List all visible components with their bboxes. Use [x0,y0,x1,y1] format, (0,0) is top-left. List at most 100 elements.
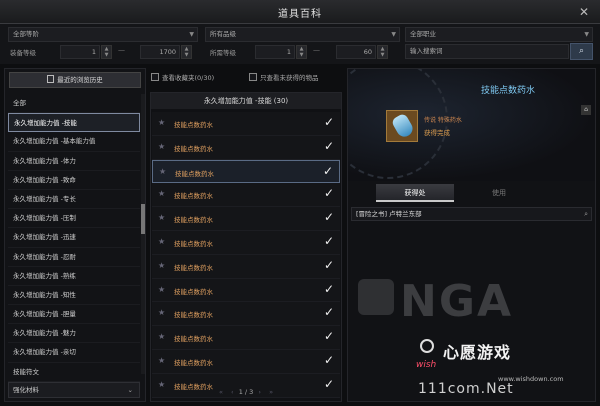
category-item[interactable]: 永久增加能力值 -专长 [8,190,140,210]
home-icon[interactable]: ⌂ [581,105,591,115]
category-item[interactable]: 永久增加能力值 -魅力 [8,324,140,344]
rank-select-value: 全部等阶 [13,30,39,38]
item-name: 技能点数药水 [174,239,213,248]
list-item[interactable]: ★ 技能点数药水 ✓ [152,302,340,327]
star-icon[interactable]: ★ [158,308,165,317]
last-page-icon[interactable]: » [269,388,273,396]
star-icon[interactable]: ★ [158,189,165,198]
star-icon[interactable]: ★ [159,167,166,176]
tab-use[interactable]: 使用 [460,184,538,202]
tab-obtain[interactable]: 获得处 [376,184,454,202]
category-item[interactable]: 永久增加能力值 -基本能力值 [8,132,140,152]
range-separator: — [313,46,320,54]
list-item[interactable]: ★ 技能点数药水 ✓ [152,112,340,136]
unobtained-label: 只查看未获得的物品 [260,74,319,82]
category-item[interactable]: 永久增加能力值 -忍耐 [8,248,140,267]
class-select[interactable]: 全部职业 ▼ [405,27,593,42]
star-icon[interactable]: ★ [158,118,165,127]
rank-select[interactable]: 全部等阶 ▼ [8,27,198,42]
star-icon[interactable]: ★ [158,285,165,294]
category-item[interactable]: 永久增加能力值 -知性 [8,286,140,306]
list-item[interactable]: ★ 技能点数药水 ✓ [152,349,340,374]
item-list-header: 永久增加能力值 -技能 (30) [151,93,341,109]
equip-level-max-input[interactable]: 1700 [140,45,180,59]
item-detail-header: 技能点数药水 ⌂ 传说 特殊药水 获得完成 [348,69,595,181]
prev-page-icon[interactable]: ‹ [231,388,234,396]
check-icon: ✓ [323,329,334,344]
unobtained-checkbox[interactable] [249,73,257,81]
item-name: 技能点数药水 [174,287,213,296]
req-level-max-input[interactable]: 60 [336,45,376,59]
category-item[interactable]: 永久增加能力值 -胆量 [8,305,140,325]
star-icon[interactable]: ★ [158,261,165,270]
list-item[interactable]: ★ 技能点数药水 ✓ [152,254,340,279]
item-name: 技能点数药水 [174,121,213,129]
list-item[interactable]: ★ 技能点数药水 ✓ [152,230,340,255]
star-icon[interactable]: ★ [158,356,165,365]
search-icon[interactable]: ⌕ [584,208,588,220]
chevron-down-icon: ▼ [391,31,396,38]
check-icon: ✓ [323,305,334,320]
sidebar-scrollbar[interactable] [141,94,145,374]
item-detail-panel: 技能点数药水 ⌂ 传说 特殊药水 获得完成 获得处 使用 [冒险之书] 卢特兰东… [347,68,596,402]
category-item[interactable]: 永久增加能力值 -熟练 [8,267,140,286]
class-select-value: 全部职业 [410,30,436,38]
star-icon[interactable]: ★ [158,237,165,246]
category-item[interactable]: 全部 [8,94,140,114]
req-level-max-stepper[interactable]: ▲ ▼ [377,45,388,59]
history-button-label: 最近的浏览历史 [57,76,103,84]
equip-level-max-stepper[interactable]: ▲ ▼ [181,45,192,59]
list-item[interactable]: ★ 技能点数药水 ✓ [152,183,340,208]
category-item[interactable]: 永久增加能力值 -技能 [8,113,140,133]
favorites-checkbox[interactable] [151,73,159,81]
star-icon[interactable]: ★ [158,213,165,222]
category-item[interactable]: 永久增加能力值 -迅速 [8,228,140,248]
list-item[interactable]: ★ 技能点数药水 ✓ [152,326,340,350]
favorites-toggle[interactable]: 查看收藏夹(0/30) [151,72,214,82]
close-icon[interactable]: ✕ [576,4,592,20]
category-item[interactable]: 永久增加能力值 -压制 [8,209,140,229]
watermark-logo [358,279,394,315]
favorites-label: 查看收藏夹(0/30) [162,74,215,82]
search-icon[interactable]: ⌕ [570,43,593,60]
item-name: 技能点数药水 [174,216,213,225]
scrollbar-thumb[interactable] [141,204,145,234]
check-icon: ✓ [322,163,333,178]
item-detail-title: 技能点数药水 [480,86,535,96]
detail-tabs: 获得处 使用 [348,184,595,202]
next-page-icon[interactable]: › [258,388,261,396]
category-item[interactable]: 永久增加能力值 -致命 [8,171,140,190]
source-text: [冒险之书] 卢特兰东部 [356,210,422,218]
unobtained-toggle[interactable]: 只查看未获得的物品 [249,72,319,82]
search-input[interactable]: 输入搜索词 [405,44,569,59]
page-indicator: 1 / 3 [238,388,254,396]
category-list: 全部 永久增加能力值 -技能 永久增加能力值 -基本能力值 永久增加能力值 -体… [8,94,140,382]
star-icon[interactable]: ★ [158,142,165,151]
site-watermark-wish: wish [416,360,437,370]
first-page-icon[interactable]: « [219,388,223,396]
equip-level-min-stepper[interactable]: ▲ ▼ [101,45,112,59]
list-item[interactable]: ★ 技能点数药水 ✓ [152,159,340,184]
list-item[interactable]: ★ 技能点数药水 ✓ [152,278,340,303]
equip-level-label: 装备等级 [10,49,36,57]
req-level-min-stepper[interactable]: ▲ ▼ [296,45,307,59]
source-row[interactable]: [冒险之书] 卢特兰东部 ⌕ [351,207,592,221]
list-item[interactable]: ★ 技能点数药水 ✓ [152,207,340,231]
equip-level-min-input[interactable]: 1 [60,45,100,59]
grade-select[interactable]: 所有品级 ▼ [205,27,400,42]
item-name: 技能点数药水 [174,311,213,320]
title-bar: 道具百科 ✕ [0,0,600,24]
category-item[interactable]: 永久增加能力值 -亲切 [8,343,140,363]
site-watermark-domain: 111com.Net [418,381,514,397]
category-item[interactable]: 永久增加能力值 -体力 [8,152,140,171]
item-list-panel: 永久增加能力值 -技能 (30) ★ 技能点数药水 ✓ ★ 技能点数药水 ✓ ★ 技能点数… [150,92,342,402]
item-grade: 传说 特殊药水 [424,117,462,124]
category-group-select[interactable]: 强化材料 ⌄ [8,382,140,398]
star-icon[interactable]: ★ [158,332,165,341]
history-button[interactable]: 最近的浏览历史 [9,72,141,88]
chevron-down-icon: ⌄ [127,386,133,394]
list-item[interactable]: ★ 技能点数药水 ✓ [152,135,340,160]
req-level-min-input[interactable]: 1 [255,45,295,59]
check-icon: ✓ [323,233,334,248]
category-item[interactable]: 技能符文 [8,363,140,382]
